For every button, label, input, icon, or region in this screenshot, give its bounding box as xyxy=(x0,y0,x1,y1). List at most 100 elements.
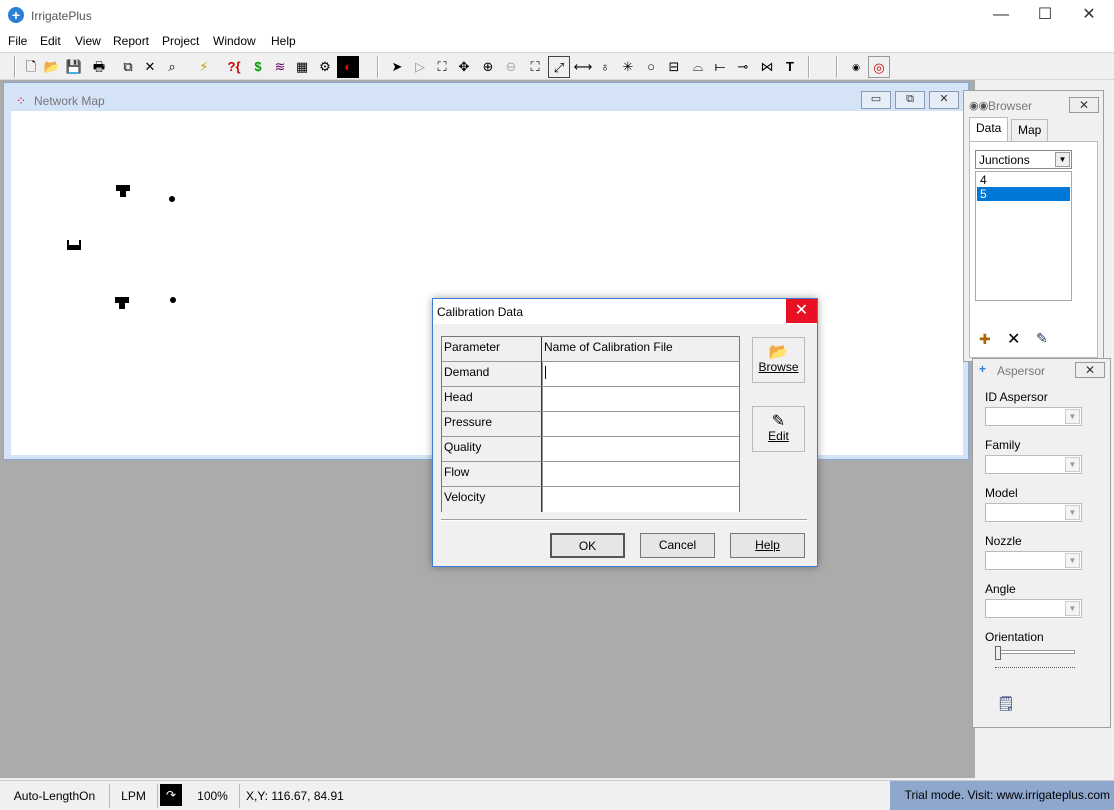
target-icon[interactable]: ◎ xyxy=(868,56,890,78)
menu-project[interactable]: Project xyxy=(162,34,199,48)
tab-map[interactable]: Map xyxy=(1011,119,1049,141)
object-category-select[interactable]: Junctions ▼ xyxy=(975,150,1072,169)
select-region-icon[interactable]: ⛶ xyxy=(431,56,453,78)
save-icon[interactable]: 💾 xyxy=(63,56,85,78)
node-icon[interactable]: ◉ xyxy=(845,56,867,78)
table-row-param: Pressure xyxy=(442,412,542,437)
add-emitter-icon[interactable]: ⌓ xyxy=(687,56,709,78)
velocity-file-input[interactable] xyxy=(542,487,739,512)
model-select[interactable]: ▼ xyxy=(985,503,1082,522)
add-pipe-icon[interactable]: ⤢ xyxy=(548,56,570,78)
add-sprinkler-icon[interactable]: ✳ xyxy=(617,56,639,78)
quality-file-input[interactable] xyxy=(542,437,739,462)
copy-icon[interactable]: ⧉ xyxy=(117,56,139,78)
cancel-button[interactable]: Cancel xyxy=(640,533,715,558)
map-minimize-button[interactable]: ▭ xyxy=(861,91,891,109)
add-label-icon[interactable]: T xyxy=(779,56,801,78)
query-icon[interactable]: ?{ xyxy=(223,56,245,78)
menu-help[interactable]: Help xyxy=(271,34,296,48)
close-button[interactable]: ✕ xyxy=(1066,0,1112,32)
browser-close-button[interactable]: ✕ xyxy=(1069,97,1099,113)
junction-node[interactable] xyxy=(170,297,176,303)
menu-bar: File Edit View Report Project Window Hel… xyxy=(0,32,1114,52)
print-icon[interactable]: 🖶 xyxy=(88,56,110,78)
add-pump-icon[interactable]: ⊸ xyxy=(732,56,754,78)
graph-icon[interactable]: ≋ xyxy=(269,56,291,78)
sprinkler-stem xyxy=(119,303,125,309)
options-icon[interactable]: ⚙ xyxy=(314,56,336,78)
menu-window[interactable]: Window xyxy=(213,34,256,48)
junction-node[interactable] xyxy=(169,196,175,202)
browser-title: Browser xyxy=(988,99,1033,113)
id-aspersor-select[interactable]: ▼ xyxy=(985,407,1082,426)
delete-icon[interactable]: ✕ xyxy=(139,56,161,78)
orientation-slider-track[interactable] xyxy=(995,650,1075,654)
menu-file[interactable]: File xyxy=(8,34,27,48)
table-icon[interactable]: ▦ xyxy=(291,56,313,78)
edit-button[interactable]: ✎ Edit xyxy=(752,406,805,452)
find-icon[interactable]: ⌕ xyxy=(161,56,183,78)
aspersor-icon: + xyxy=(979,362,987,376)
pressure-file-input[interactable] xyxy=(542,412,739,437)
add-object-icon[interactable]: ✚ xyxy=(979,331,991,348)
coordinates-status: X,Y: 116.67, 84.91 xyxy=(246,789,344,803)
browse-label: Browse xyxy=(758,360,799,374)
select-object-icon[interactable]: ➤ xyxy=(386,56,408,78)
add-lateral-icon[interactable]: ⟷ xyxy=(572,56,594,78)
map-close-button[interactable]: ✕ xyxy=(929,91,959,109)
chevron-down-icon[interactable]: ▼ xyxy=(1055,152,1070,167)
maximize-button[interactable]: ☐ xyxy=(1022,0,1068,32)
browser-panel: ◉◉ Browser ✕ Data Map Junctions ▼ 4 5 ✚ … xyxy=(963,90,1104,362)
tab-data[interactable]: Data xyxy=(969,117,1009,141)
ok-button[interactable]: OK xyxy=(550,533,625,558)
dialog-title: Calibration Data xyxy=(437,305,524,319)
orientation-slider-thumb[interactable] xyxy=(995,646,1001,660)
chevron-down-icon[interactable]: ▼ xyxy=(1065,409,1080,424)
list-item[interactable]: 4 xyxy=(977,173,1070,187)
add-link-icon[interactable]: ⟝ xyxy=(709,56,731,78)
zoom-in-icon[interactable]: ⊕ xyxy=(477,56,499,78)
demand-file-input[interactable] xyxy=(542,362,739,387)
head-file-input[interactable] xyxy=(542,387,739,412)
object-list[interactable]: 4 5 xyxy=(975,171,1072,301)
app-icon: + xyxy=(8,7,24,23)
add-valve-icon[interactable]: ⋈ xyxy=(756,56,778,78)
browse-button[interactable]: 📂 Browse xyxy=(752,337,805,383)
add-reservoir-icon[interactable]: ♁ xyxy=(594,56,616,78)
calibration-dialog: Calibration Data ✕ Parameter Name of Cal… xyxy=(432,298,818,567)
toolbar: 🗋 📂 💾 🖶 ⧉ ✕ ⌕ ⚡ ?{ $ ≋ ▦ ⚙ ◐ ➤ ▷ ⛶ ✥ ⊕ ⊖… xyxy=(0,52,1114,80)
pan-icon[interactable]: ✥ xyxy=(453,56,475,78)
trial-mode-notice[interactable]: Trial mode. Visit: www.irrigateplus.com xyxy=(890,781,1114,810)
chevron-down-icon[interactable]: ▼ xyxy=(1065,601,1080,616)
delete-object-icon[interactable]: ✕ xyxy=(1007,329,1020,349)
menu-report[interactable]: Report xyxy=(113,34,149,48)
nozzle-select[interactable]: ▼ xyxy=(985,551,1082,570)
aspersor-close-button[interactable]: ✕ xyxy=(1075,362,1105,378)
menu-edit[interactable]: Edit xyxy=(40,34,61,48)
cost-icon[interactable]: $ xyxy=(247,56,269,78)
zoom-out-icon[interactable]: ⊖ xyxy=(500,56,522,78)
add-junction-icon[interactable]: ○ xyxy=(640,56,662,78)
network-map-title: Network Map xyxy=(34,94,105,108)
minimize-button[interactable]: — xyxy=(978,0,1024,32)
add-tank-icon[interactable]: ⊟ xyxy=(663,56,685,78)
chevron-down-icon[interactable]: ▼ xyxy=(1065,505,1080,520)
chevron-down-icon[interactable]: ▼ xyxy=(1065,457,1080,472)
help-button[interactable]: Help xyxy=(730,533,805,558)
angle-select[interactable]: ▼ xyxy=(985,599,1082,618)
calibration-icon[interactable]: ◐ xyxy=(337,56,359,78)
flow-file-input[interactable] xyxy=(542,462,739,487)
run-analysis-icon[interactable]: ⚡ xyxy=(193,56,215,78)
menu-view[interactable]: View xyxy=(75,34,101,48)
edit-object-icon[interactable]: ✎ xyxy=(1036,330,1048,347)
open-folder-icon[interactable]: 📂 xyxy=(41,56,63,78)
chevron-down-icon[interactable]: ▼ xyxy=(1065,553,1080,568)
new-file-icon[interactable]: 🗋 xyxy=(20,56,42,78)
dialog-close-button[interactable]: ✕ xyxy=(786,299,817,323)
full-extent-icon[interactable]: ⛶ xyxy=(524,56,546,78)
aspersor-properties-icon[interactable]: 🗒 xyxy=(997,695,1015,712)
list-item-selected[interactable]: 5 xyxy=(977,187,1070,201)
family-select[interactable]: ▼ xyxy=(985,455,1082,474)
select-vertex-icon[interactable]: ▷ xyxy=(409,56,431,78)
map-restore-button[interactable]: ⧉ xyxy=(895,91,925,109)
